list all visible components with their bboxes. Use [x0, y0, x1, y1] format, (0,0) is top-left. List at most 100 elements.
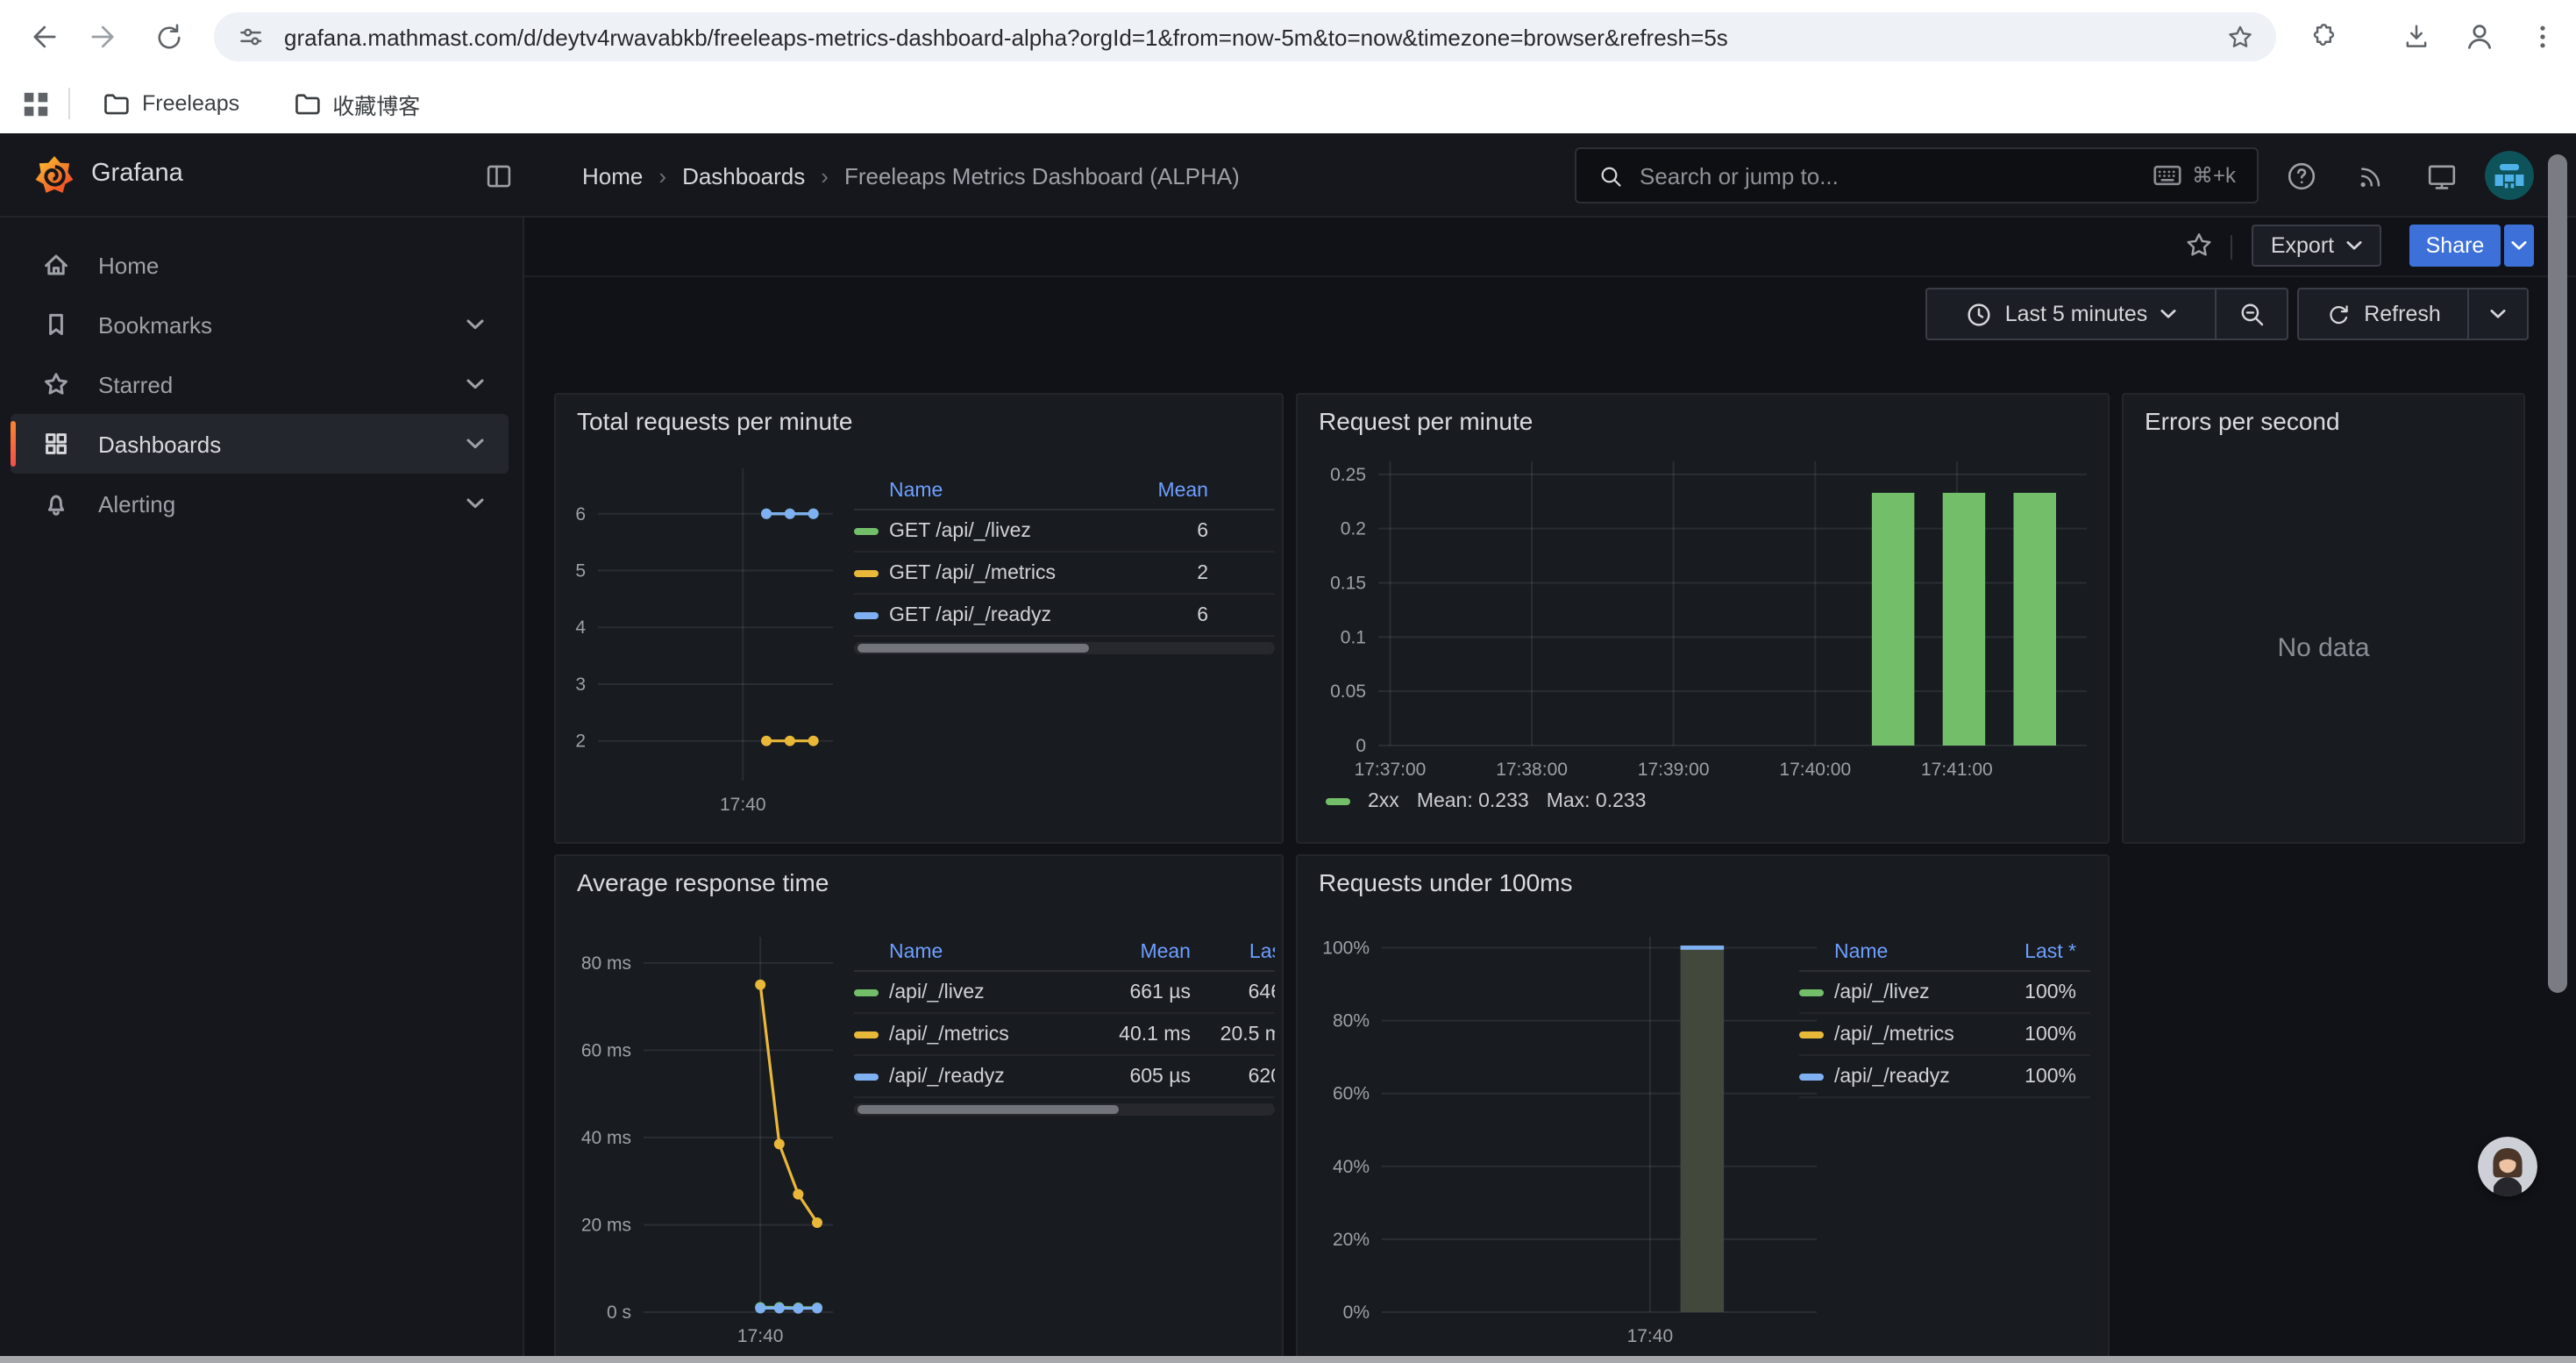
- legend-row[interactable]: GET /api/_/metrics2: [854, 553, 1275, 595]
- time-range-button[interactable]: Last 5 minutes: [1927, 289, 2215, 339]
- legend-column-header[interactable]: Las: [1201, 941, 1275, 962]
- chart-area[interactable]: 80 ms60 ms40 ms20 ms0 s17:40: [563, 926, 847, 1354]
- series-value: 6: [1096, 604, 1208, 625]
- share-menu-button[interactable]: [2504, 225, 2534, 267]
- clock-icon: [1967, 301, 1993, 327]
- user-avatar-button[interactable]: [2485, 151, 2534, 200]
- zoom-out-button[interactable]: [2217, 289, 2287, 339]
- apps-grid-button[interactable]: [21, 89, 51, 118]
- legend-horizontal-scrollbar[interactable]: [854, 1103, 1275, 1116]
- series-name[interactable]: GET /api/_/readyz: [889, 604, 1085, 625]
- chevron-down-icon[interactable]: [466, 319, 484, 330]
- help-button[interactable]: [2280, 154, 2322, 196]
- legend-column-header[interactable]: Mean: [1096, 480, 1208, 501]
- time-range-label: Last 5 minutes: [2005, 302, 2148, 326]
- series-name[interactable]: /api/_/readyz: [1834, 1066, 1982, 1087]
- series-value: 661 µs: [1082, 981, 1191, 1003]
- chart-area[interactable]: 0.250.20.150.10.05017:37:0017:38:0017:39…: [1305, 451, 2101, 788]
- series-name[interactable]: /api/_/livez: [889, 981, 1071, 1003]
- breadcrumb-dashboards[interactable]: Dashboards: [682, 162, 805, 189]
- legend-column-header[interactable]: Mean: [1082, 941, 1191, 962]
- y-axis-tick-label: 40 ms: [581, 1128, 631, 1148]
- chevron-down-icon[interactable]: [466, 439, 484, 449]
- series-name[interactable]: /api/_/readyz: [889, 1066, 1071, 1087]
- legend-row[interactable]: /api/_/metrics40.1 ms20.5 m: [854, 1014, 1275, 1056]
- sidebar-nav: HomeBookmarksStarredDashboardsAlerting: [0, 218, 523, 533]
- scrollbar-thumb[interactable]: [857, 644, 1089, 653]
- chart-area[interactable]: 6543217:40: [563, 458, 847, 823]
- legend-column-header[interactable]: Name: [889, 480, 1085, 501]
- assistant-avatar-button[interactable]: [2478, 1137, 2537, 1196]
- chevron-down-icon[interactable]: [466, 379, 484, 389]
- chevron-down-icon[interactable]: [466, 498, 484, 509]
- url-text[interactable]: grafana.mathmast.com/d/deytv4rwavabkb/fr…: [284, 24, 2225, 50]
- series-name[interactable]: GET /api/_/metrics: [889, 562, 1085, 583]
- panel-title[interactable]: Request per minute: [1319, 407, 1533, 435]
- bookmark-star-button[interactable]: [2225, 22, 2255, 52]
- series-name[interactable]: /api/_/metrics: [889, 1024, 1071, 1045]
- series-value: 646: [1201, 981, 1275, 1003]
- panel-errors-per-second: Errors per second No data: [2122, 393, 2525, 844]
- legend-column-header[interactable]: Name: [889, 941, 1071, 962]
- grafana-logo[interactable]: [35, 156, 74, 195]
- extensions-button[interactable]: [2301, 16, 2343, 58]
- series-name[interactable]: 2xx: [1368, 791, 1399, 812]
- sidebar-item-bookmarks[interactable]: Bookmarks: [11, 295, 509, 354]
- panel-title[interactable]: Total requests per minute: [577, 407, 852, 435]
- rss-icon: [2355, 160, 2387, 191]
- legend-column-header[interactable]: Last *: [1992, 941, 2076, 962]
- menu-button[interactable]: [2522, 16, 2564, 58]
- legend-row[interactable]: /api/_/readyz100%: [1799, 1056, 2090, 1098]
- legend-row[interactable]: /api/_/livez 661 µs 646: [854, 972, 1275, 1014]
- series-mean: Mean: 0.233: [1417, 791, 1529, 812]
- vertical-scrollbar-thumb[interactable]: [2548, 154, 2567, 993]
- panel-title[interactable]: Errors per second: [2145, 407, 2340, 435]
- legend-column-header[interactable]: Name: [1834, 941, 1982, 962]
- bar-cap: [1681, 946, 1725, 950]
- panel-title[interactable]: Requests under 100ms: [1319, 868, 1573, 896]
- legend-row[interactable]: /api/_/readyz605 µs620: [854, 1056, 1275, 1098]
- legend-row[interactable]: GET /api/_/livez6: [854, 510, 1275, 553]
- search-input[interactable]: Search or jump to... ⌘+k: [1575, 147, 2259, 203]
- reload-button[interactable]: [147, 16, 189, 58]
- legend-row[interactable]: /api/_/metrics100%: [1799, 1014, 2090, 1056]
- refresh-interval-button[interactable]: [2469, 289, 2527, 339]
- sidebar-item-home[interactable]: Home: [11, 235, 509, 295]
- share-button[interactable]: Share: [2409, 225, 2501, 267]
- keyboard-icon: [2153, 165, 2181, 186]
- series-name[interactable]: GET /api/_/livez: [889, 520, 1085, 541]
- back-button[interactable]: [21, 16, 63, 58]
- forward-button[interactable]: [84, 16, 126, 58]
- refresh-button[interactable]: Refresh: [2299, 289, 2467, 339]
- legend-row[interactable]: /api/_/livez100%: [1799, 972, 2090, 1014]
- sidebar-item-dashboards[interactable]: Dashboards: [11, 414, 509, 474]
- data-point: [808, 736, 819, 746]
- profile-avatar-icon: [2462, 19, 2497, 54]
- legend-row[interactable]: GET /api/_/readyz 6: [854, 595, 1275, 637]
- y-axis-tick-label: 20%: [1333, 1230, 1370, 1250]
- sidebar-collapse-button[interactable]: [477, 154, 519, 196]
- url-bar[interactable]: grafana.mathmast.com/d/deytv4rwavabkb/fr…: [214, 12, 2276, 61]
- panel-title[interactable]: Average response time: [577, 868, 829, 896]
- kiosk-mode-button[interactable]: [2420, 154, 2462, 196]
- downloads-button[interactable]: [2395, 16, 2437, 58]
- series-name[interactable]: /api/_/livez: [1834, 981, 1982, 1003]
- bookmark-folder-freeleaps[interactable]: Freeleaps: [88, 82, 253, 125]
- breadcrumb-home[interactable]: Home: [582, 162, 643, 189]
- legend-horizontal-scrollbar[interactable]: [854, 642, 1275, 654]
- favorite-star-button[interactable]: [2178, 225, 2220, 267]
- profile-button[interactable]: [2459, 16, 2501, 58]
- chart-area[interactable]: 100%80%60%40%20%0%17:40: [1305, 926, 1831, 1354]
- news-button[interactable]: [2350, 154, 2392, 196]
- sidebar-item-alerting[interactable]: Alerting: [11, 474, 509, 533]
- legend-inline[interactable]: 2xx Mean: 0.233 Max: 0.233: [1326, 791, 1647, 812]
- active-indicator: [11, 421, 16, 467]
- series-color-pill: [854, 527, 879, 534]
- export-button[interactable]: Export: [2252, 225, 2381, 267]
- sidebar-item-starred[interactable]: Starred: [11, 354, 509, 414]
- series-name[interactable]: /api/_/metrics: [1834, 1024, 1982, 1045]
- scrollbar-thumb[interactable]: [857, 1105, 1119, 1114]
- y-axis-tick-label: 0 s: [607, 1302, 631, 1323]
- bookmark-folder-blogs[interactable]: 收藏博客: [278, 80, 434, 127]
- site-settings-icon[interactable]: [235, 21, 267, 53]
